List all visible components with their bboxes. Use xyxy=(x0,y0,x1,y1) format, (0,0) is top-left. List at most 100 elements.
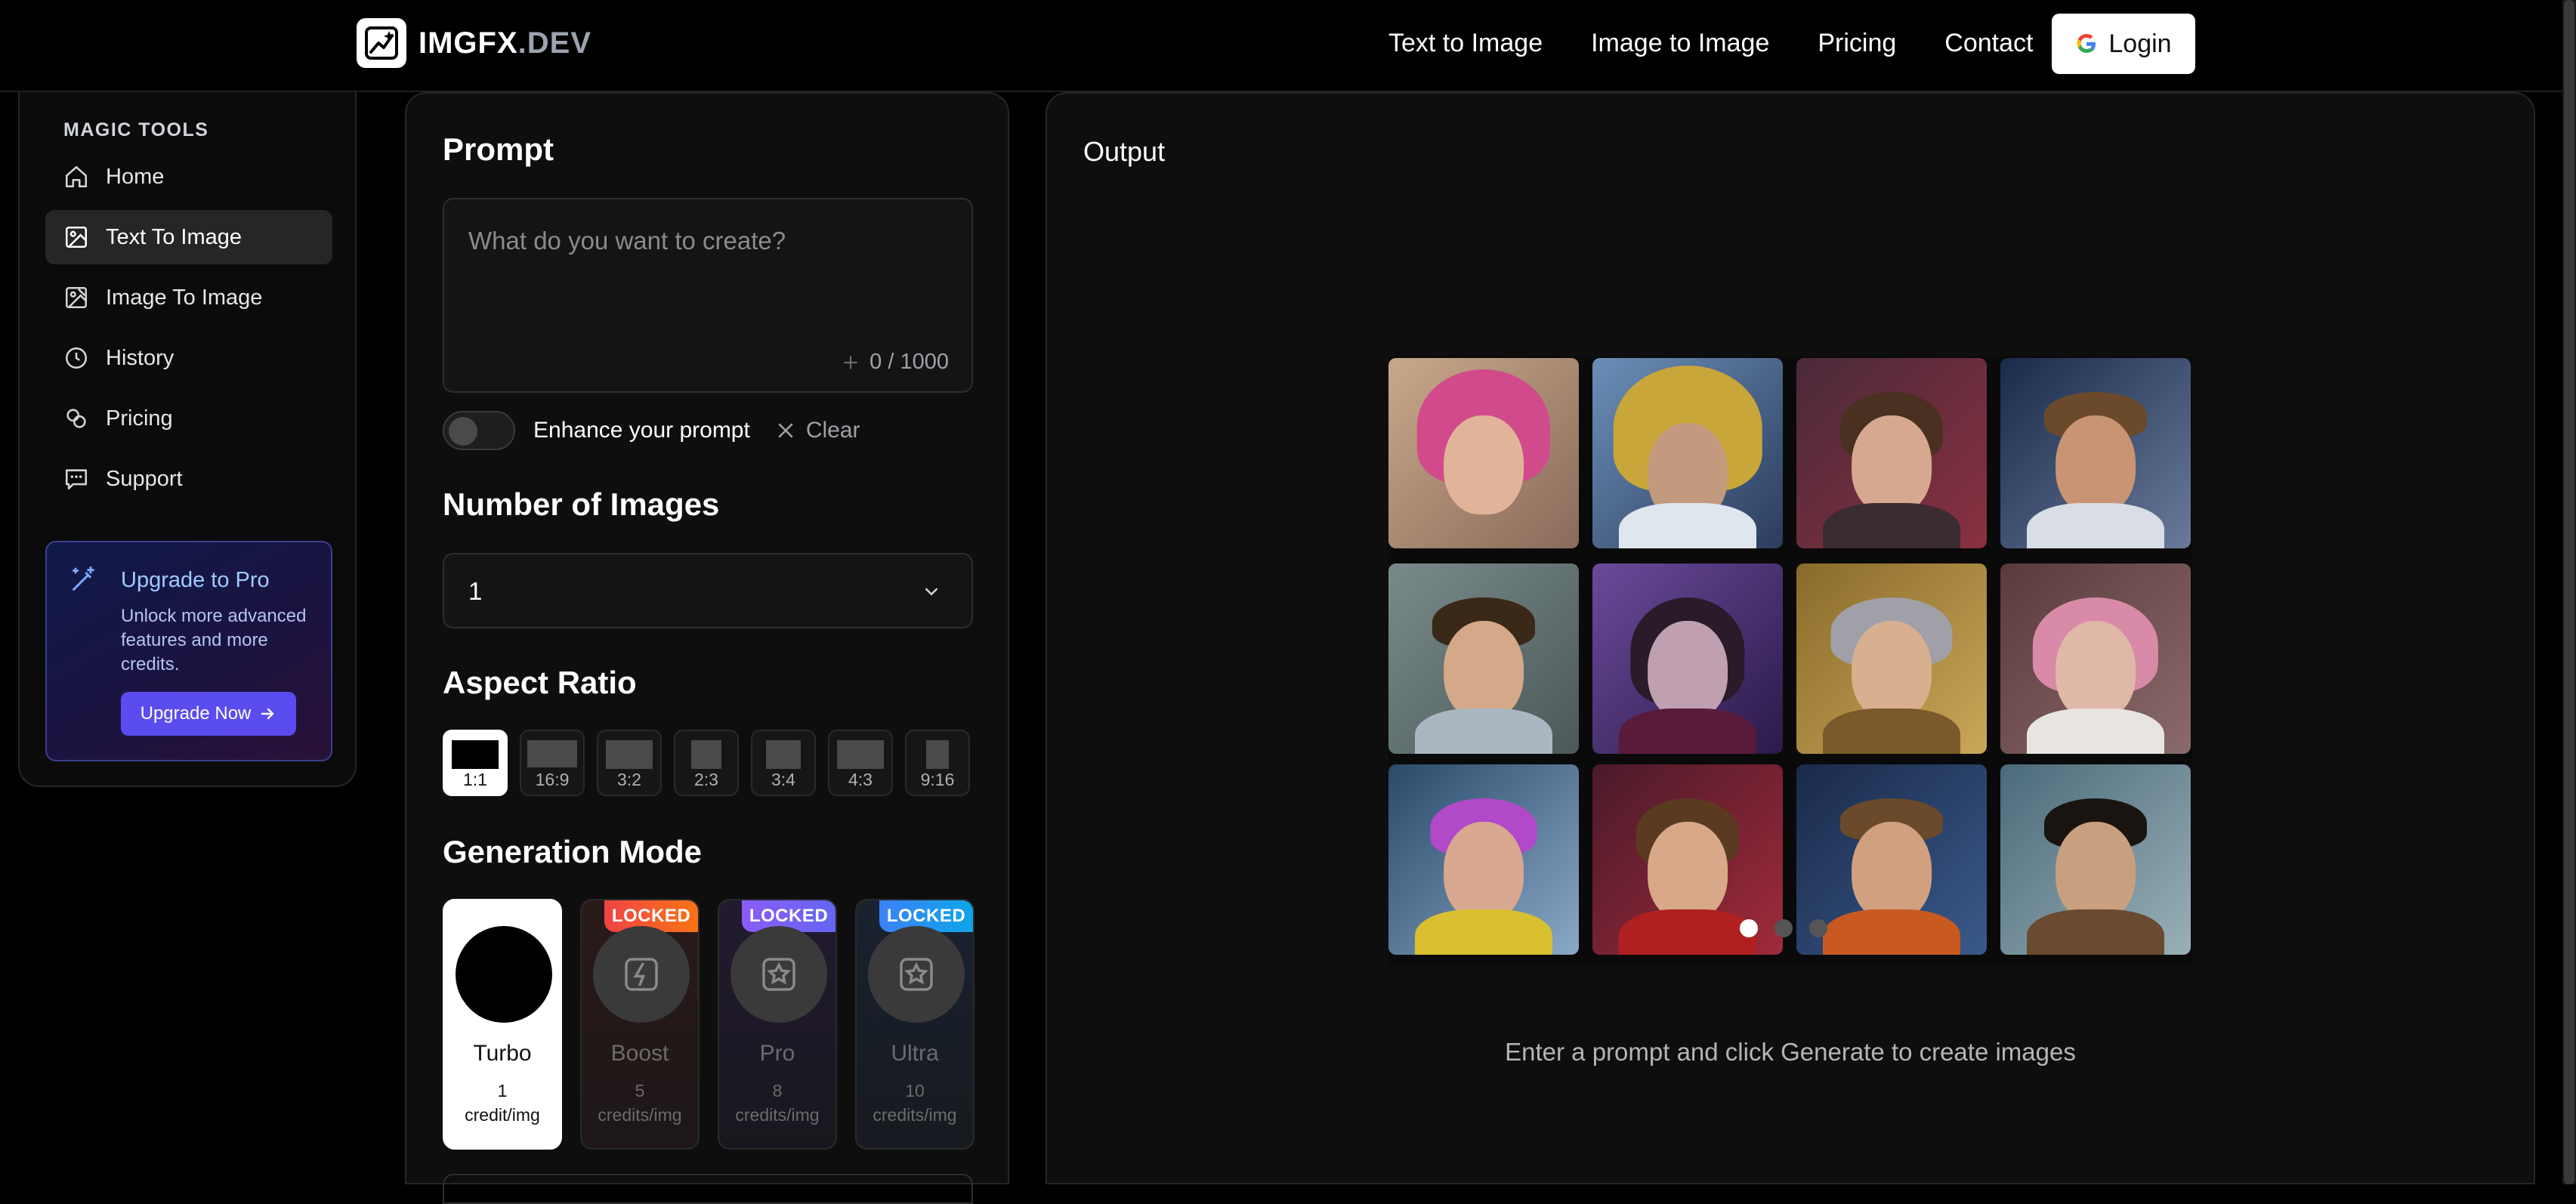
close-icon xyxy=(778,423,793,438)
mode-credits: 10 credits/img xyxy=(857,1079,973,1127)
login-label: Login xyxy=(2108,29,2172,58)
generation-mode-heading: Generation Mode xyxy=(443,834,703,869)
credit-unit: credit/img xyxy=(465,1105,540,1125)
main-nav: Text to Image Image to Image Pricing Con… xyxy=(1388,29,2033,58)
image-edit-icon xyxy=(65,286,88,309)
sidebar-item-label: Image To Image xyxy=(106,285,263,310)
sidebar-item-history[interactable]: History xyxy=(45,331,332,385)
credit-count: 1 xyxy=(497,1081,508,1101)
carousel-dot[interactable] xyxy=(1740,919,1758,937)
example-image xyxy=(1388,764,1579,955)
credit-count: 10 xyxy=(905,1081,925,1101)
aspect-4-3[interactable]: 4:3 xyxy=(828,730,893,796)
aspect-16-9[interactable]: 16:9 xyxy=(520,730,585,796)
ratio-label: 4:3 xyxy=(848,770,873,789)
coins-icon xyxy=(66,409,86,428)
mode-credits: 5 credits/img xyxy=(582,1079,698,1127)
select-value: 1 xyxy=(468,577,483,605)
clear-button[interactable]: Clear xyxy=(774,418,860,443)
counter-text: 0 / 1000 xyxy=(869,350,949,374)
mode-pro[interactable]: LOCKED Pro 8 credits/img xyxy=(718,899,837,1150)
example-image xyxy=(1388,563,1579,754)
chat-icon xyxy=(65,469,88,490)
sidebar-item-label: Pricing xyxy=(106,406,173,431)
upgrade-button-label: Upgrade Now xyxy=(140,703,252,724)
login-button[interactable]: Login xyxy=(2052,14,2195,74)
char-counter: 0 / 1000 xyxy=(841,350,949,375)
sidebar-item-label: Home xyxy=(106,164,165,189)
magic-wand-icon xyxy=(72,566,94,591)
sidebar-item-text-to-image[interactable]: Text To Image xyxy=(45,210,332,264)
aspect-3-2[interactable]: 3:2 xyxy=(597,730,662,796)
example-image xyxy=(2000,358,2191,548)
nav-image-to-image[interactable]: Image to Image xyxy=(1591,29,1769,58)
clock-icon xyxy=(65,347,88,369)
mode-name: Boost xyxy=(610,1041,669,1066)
mode-name: Ultra xyxy=(891,1041,939,1066)
example-image xyxy=(2000,764,2191,955)
ratio-preview xyxy=(691,740,721,769)
ratio-preview xyxy=(926,740,949,769)
enhance-label: Enhance your prompt xyxy=(533,418,750,443)
prompt-input[interactable]: What do you want to create? 0 / 1000 xyxy=(443,198,973,393)
aspect-ratio-options: 1:1 16:9 3:2 2:3 3:4 4:3 9:16 xyxy=(443,730,970,796)
generation-modes: Turbo 1 credit/img LOCKED Boost 5 credits/… xyxy=(443,899,974,1150)
upgrade-text: Unlock more advanced features and more c… xyxy=(121,606,307,675)
ratio-label: 3:2 xyxy=(617,770,641,789)
sidebar: MAGIC TOOLS Home Text To Image Image To … xyxy=(18,92,357,787)
upgrade-now-button[interactable]: Upgrade Now xyxy=(121,692,296,736)
sidebar-item-label: History xyxy=(106,345,175,370)
mode-ultra[interactable]: LOCKED Ultra 10 credits/img xyxy=(855,899,974,1150)
nav-pricing[interactable]: Pricing xyxy=(1818,29,1896,58)
ratio-preview xyxy=(606,740,653,769)
credit-unit: credits/img xyxy=(873,1105,957,1125)
plus-icon[interactable] xyxy=(841,353,860,372)
prompt-panel: Prompt What do you want to create? 0 / 1… xyxy=(405,92,1009,1204)
aspect-9-16[interactable]: 9:16 xyxy=(905,730,970,796)
ratio-preview xyxy=(766,740,801,769)
sidebar-item-label: Support xyxy=(106,466,183,491)
mode-boost[interactable]: LOCKED Boost 5 credits/img xyxy=(580,899,700,1150)
enhance-row: Enhance your prompt Clear xyxy=(443,411,860,450)
example-image xyxy=(1592,358,1783,548)
carousel-dots xyxy=(1740,919,1827,937)
credit-count: 8 xyxy=(772,1081,783,1101)
mode-credits: 8 credits/img xyxy=(719,1079,836,1127)
ratio-preview xyxy=(527,740,577,767)
sidebar-item-pricing[interactable]: Pricing xyxy=(45,391,332,446)
enhance-toggle[interactable] xyxy=(443,411,515,450)
example-image xyxy=(2000,563,2191,754)
aspect-1-1[interactable]: 1:1 xyxy=(443,730,508,796)
logo-icon xyxy=(357,18,406,68)
sidebar-item-home[interactable]: Home xyxy=(45,150,332,204)
upgrade-title: Upgrade to Pro xyxy=(121,568,270,592)
chevron-down-icon xyxy=(925,588,938,596)
number-of-images-select[interactable]: 1 xyxy=(443,553,973,628)
credit-count: 5 xyxy=(635,1081,645,1101)
example-image xyxy=(1592,563,1783,754)
carousel-dot[interactable] xyxy=(1809,919,1827,937)
boost-icon xyxy=(593,926,690,1023)
ratio-label: 16:9 xyxy=(535,770,570,789)
sidebar-item-support[interactable]: Support xyxy=(45,452,332,506)
aspect-ratio-heading: Aspect Ratio xyxy=(443,665,637,700)
nav-contact[interactable]: Contact xyxy=(1944,29,2033,58)
example-image-carousel[interactable] xyxy=(1388,357,2192,964)
site-logo[interactable]: IMGFX.DEV xyxy=(357,18,591,68)
turbo-icon xyxy=(456,926,552,1023)
nav-text-to-image[interactable]: Text to Image xyxy=(1388,29,1543,58)
ratio-label: 1:1 xyxy=(463,770,487,789)
scrollbar-thumb[interactable] xyxy=(2564,0,2574,1184)
logo-text: IMGFX.DEV xyxy=(419,26,592,60)
star-icon xyxy=(730,926,827,1023)
aspect-2-3[interactable]: 2:3 xyxy=(674,730,739,796)
aspect-3-4[interactable]: 3:4 xyxy=(751,730,816,796)
output-empty-message: Enter a prompt and click Generate to cre… xyxy=(1505,1038,2076,1066)
mode-turbo[interactable]: Turbo 1 credit/img xyxy=(443,899,562,1150)
sidebar-item-image-to-image[interactable]: Image To Image xyxy=(45,270,332,325)
ratio-preview xyxy=(452,740,499,769)
example-image xyxy=(1796,358,1987,548)
carousel-dot[interactable] xyxy=(1774,919,1793,937)
example-image xyxy=(1388,358,1579,548)
sidebar-item-label: Text To Image xyxy=(106,224,242,249)
